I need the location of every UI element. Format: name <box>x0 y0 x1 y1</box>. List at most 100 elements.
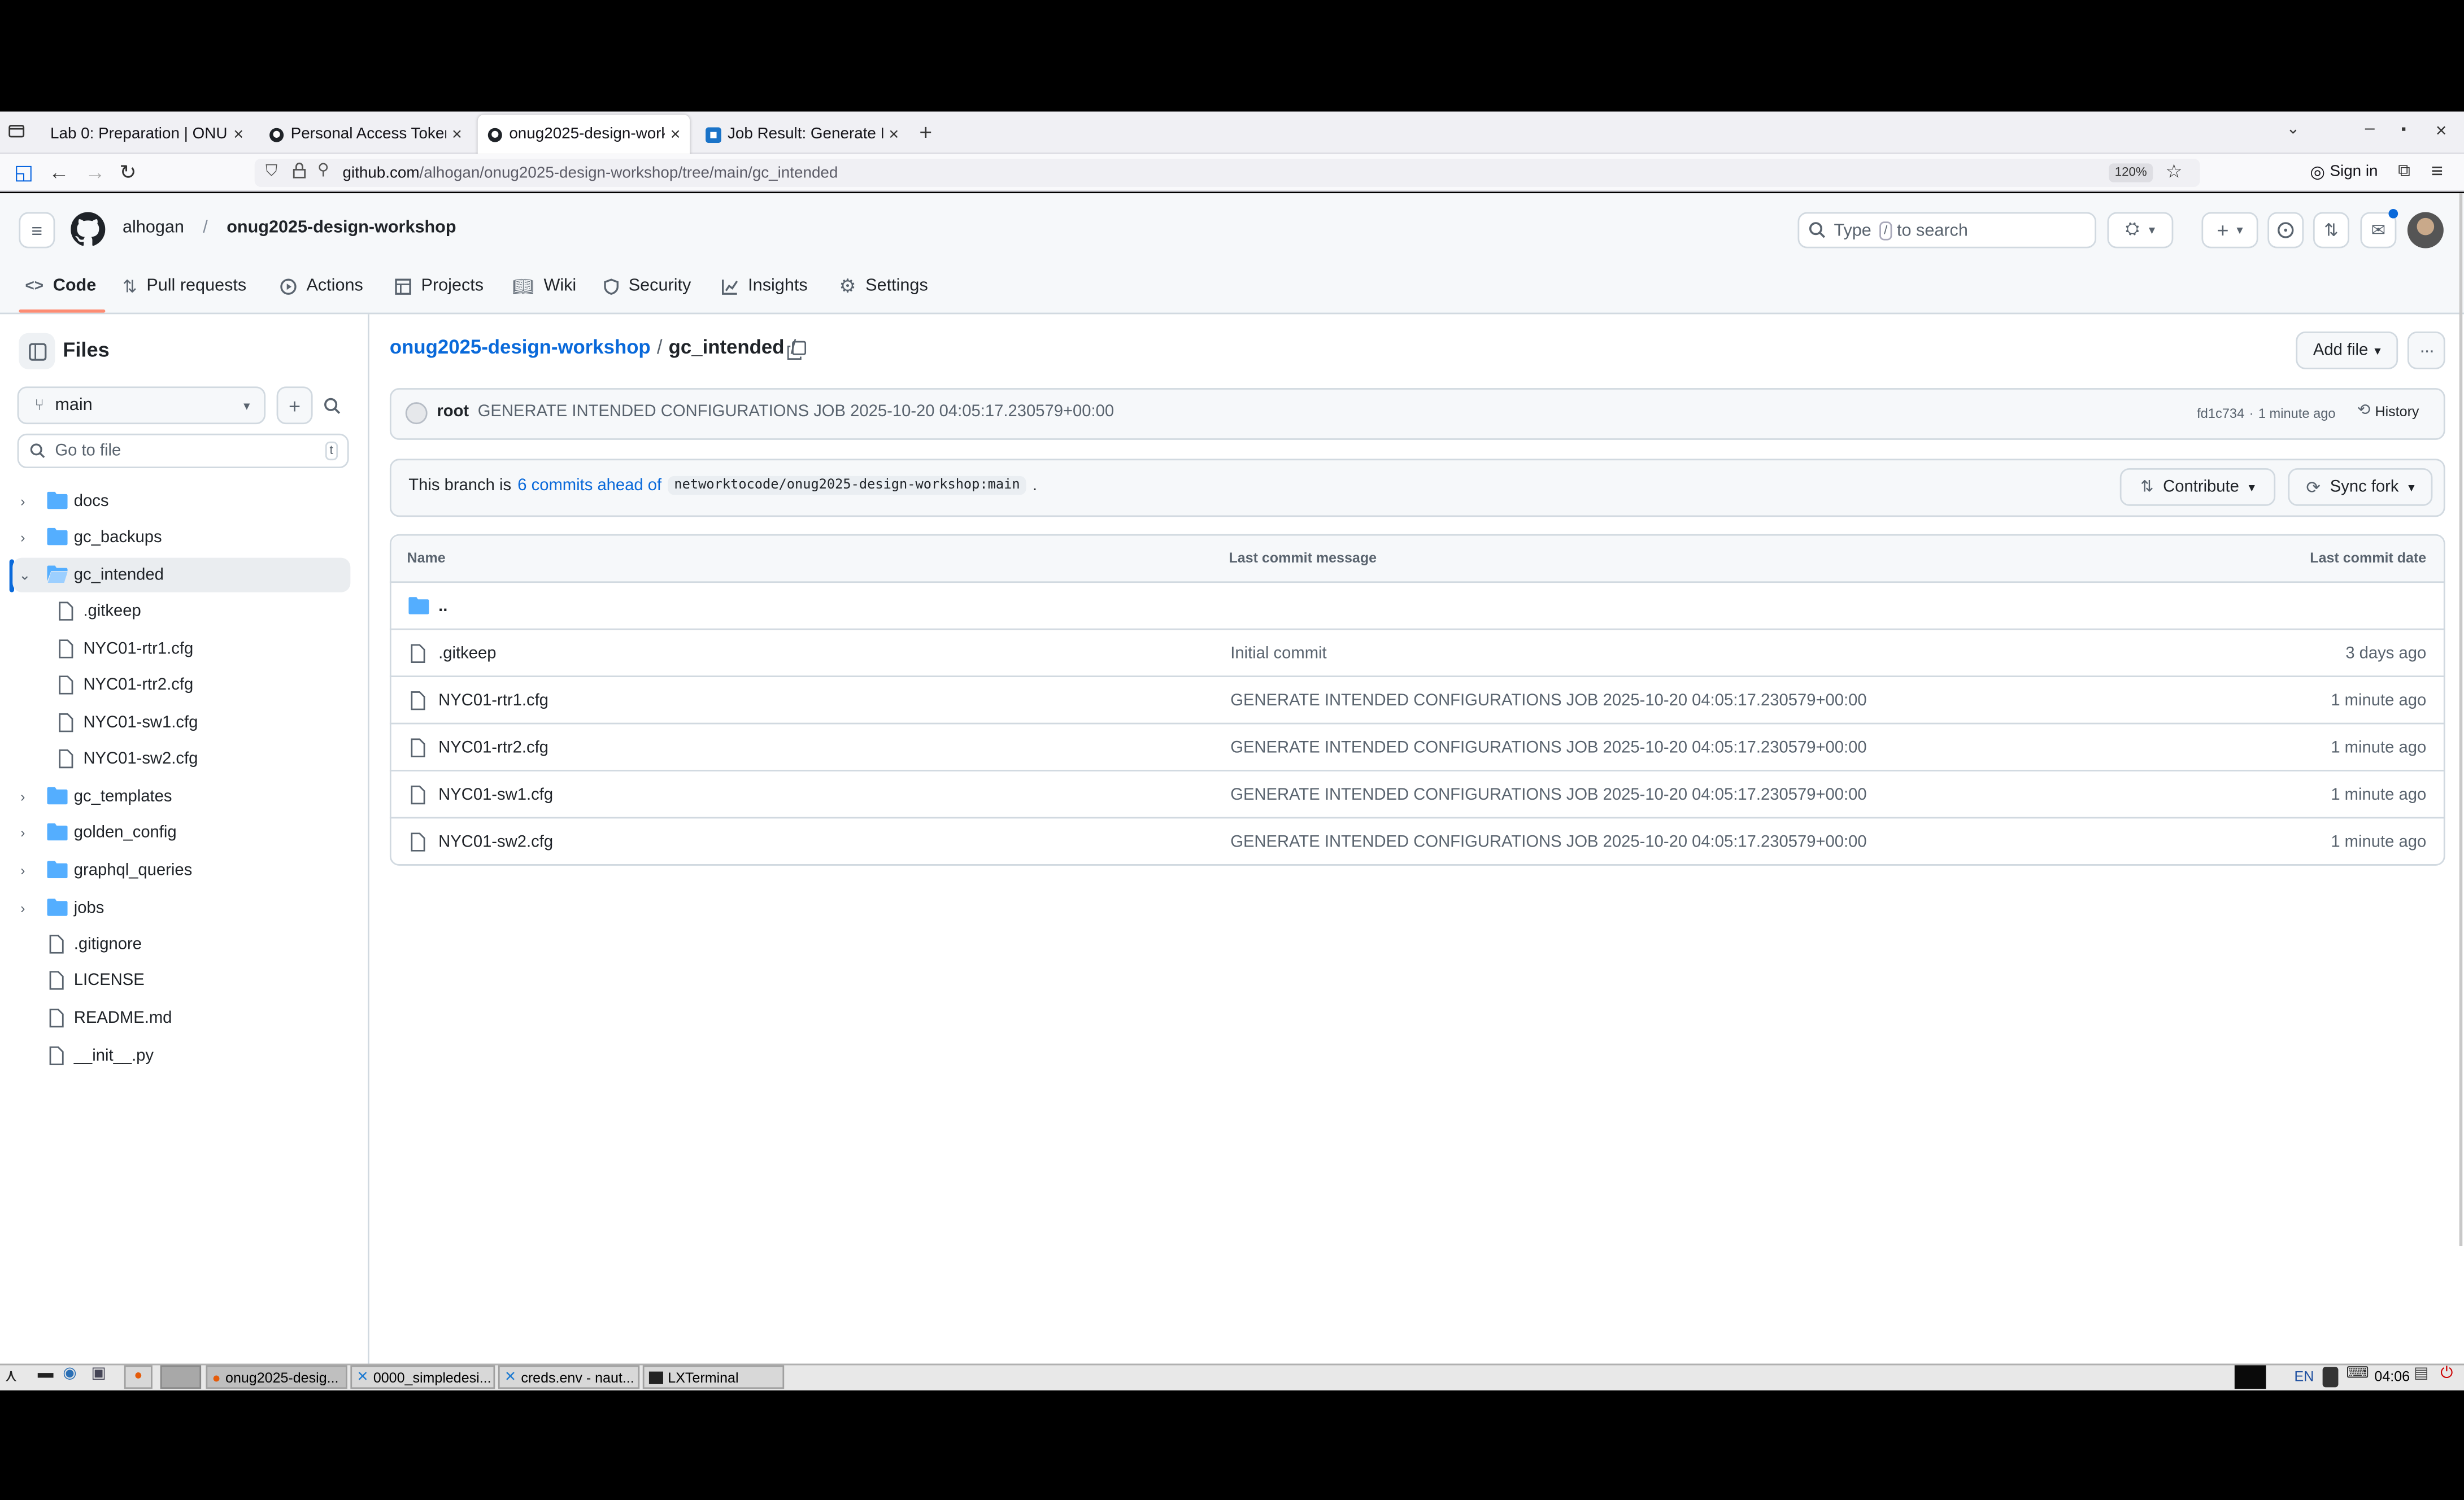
zoom-level-badge[interactable]: 120% <box>2109 163 2153 182</box>
close-icon[interactable]: × <box>889 125 899 143</box>
tree-item[interactable]: NYC01-sw2.cfg <box>12 742 350 776</box>
file-commit-message[interactable]: GENERATE INTENDED CONFIGURATIONS JOB 202… <box>1230 677 1866 724</box>
clock[interactable]: 04:06 <box>2374 1368 2410 1384</box>
url-bar[interactable]: github.com/alhogan/onug2025-design-works… <box>254 158 2200 188</box>
tree-item[interactable]: NYC01-sw1.cfg <box>12 705 350 740</box>
chevron-right-icon[interactable]: › <box>20 900 25 916</box>
tray-screen-icon[interactable]: ▤ <box>2414 1365 2428 1383</box>
search-files-button[interactable] <box>316 386 349 424</box>
file-commit-message[interactable]: GENERATE INTENDED CONFIGURATIONS JOB 202… <box>1230 818 1866 865</box>
tree-item[interactable]: .gitignore <box>12 927 350 961</box>
firefox-launcher-icon[interactable]: ● <box>124 1365 153 1389</box>
file-name-link[interactable]: NYC01-sw1.cfg <box>438 771 553 818</box>
file-name-link[interactable]: NYC01-rtr2.cfg <box>438 724 548 771</box>
commit-message[interactable]: GENERATE INTENDED CONFIGURATIONS JOB 202… <box>478 402 1114 421</box>
forward-icon[interactable]: → <box>85 160 105 184</box>
breadcrumb-repo-link[interactable]: onug2025-design-workshop <box>390 336 651 358</box>
power-icon[interactable]: ⏻ <box>2440 1365 2453 1383</box>
add-file-button[interactable]: Add file ▾ <box>2296 331 2398 369</box>
table-row[interactable]: NYC01-sw2.cfg GENERATE INTENDED CONFIGUR… <box>389 817 2445 865</box>
permissions-icon[interactable]: ⚲ <box>317 162 329 180</box>
copilot-button[interactable]: ⛭ ▾ <box>2107 212 2174 248</box>
extensions-icon[interactable]: ⧉ <box>2398 162 2410 182</box>
copy-path-icon[interactable] <box>787 341 807 360</box>
chevron-right-icon[interactable]: › <box>20 494 25 509</box>
avatar[interactable] <box>2407 212 2444 248</box>
tab-insights[interactable]: Insights <box>721 269 808 303</box>
taskbar-item-vscode-creds[interactable]: ✕ creds.env - naut... <box>498 1365 640 1389</box>
tab-actions[interactable]: Actions <box>280 269 363 303</box>
minimize-icon[interactable]: – <box>2365 119 2375 138</box>
tree-item[interactable]: › jobs <box>12 891 350 925</box>
desktop-icon[interactable]: ▣ <box>91 1365 106 1383</box>
taskbar-item-terminal[interactable]: LXTerminal <box>642 1365 785 1389</box>
collapse-sidebar-button[interactable] <box>19 333 55 369</box>
table-row[interactable]: .gitkeep Initial commit 3 days ago <box>389 628 2445 677</box>
owner-link[interactable]: alhogan <box>123 219 184 237</box>
tab-settings[interactable]: ⚙ Settings <box>839 269 928 303</box>
branch-selector[interactable]: ⑂ main ▾ <box>17 386 266 425</box>
tree-item[interactable]: ⌄ gc_intended <box>12 557 351 592</box>
file-commit-message[interactable]: GENERATE INTENDED CONFIGURATIONS JOB 202… <box>1230 771 1866 818</box>
create-new-button[interactable]: + ▾ <box>2201 212 2258 248</box>
tab-overview-icon[interactable] <box>8 123 25 140</box>
keyboard-layout[interactable]: EN <box>2295 1368 2314 1384</box>
github-logo-icon[interactable] <box>71 212 106 247</box>
chevron-down-icon[interactable]: ⌄ <box>19 566 31 584</box>
file-commit-message[interactable]: Initial commit <box>1230 630 1326 677</box>
commit-author[interactable]: root <box>437 402 469 421</box>
tab-wiki[interactable]: 📖︎ Wiki <box>512 269 576 303</box>
close-icon[interactable]: × <box>671 125 681 143</box>
browser-tab-job[interactable]: Job Result: Generate Inte × <box>696 115 908 154</box>
sidebar-toggle-icon[interactable]: ◱ <box>14 160 33 186</box>
go-to-file-input[interactable]: Go to file t <box>17 433 349 469</box>
issues-button[interactable] <box>2267 212 2304 248</box>
browser-tab-lab[interactable]: Lab 0: Preparation | ONUG 2 × <box>41 115 253 154</box>
parent-directory-row[interactable]: .. <box>389 581 2445 630</box>
chevron-right-icon[interactable]: › <box>20 789 25 805</box>
chevron-right-icon[interactable]: › <box>20 825 25 840</box>
file-manager-icon[interactable]: ◉ <box>63 1365 76 1383</box>
tray-app-icon[interactable] <box>2322 1367 2339 1388</box>
page-scrollbar[interactable] <box>2459 193 2463 1246</box>
tree-item[interactable]: NYC01-rtr1.cfg <box>12 631 350 666</box>
tree-item[interactable]: __init__.py <box>12 1039 350 1073</box>
tree-item[interactable]: › docs <box>12 484 350 518</box>
tab-projects[interactable]: Projects <box>394 269 484 303</box>
search-input[interactable]: Type / to search <box>1797 212 2097 248</box>
back-icon[interactable]: ← <box>49 160 69 184</box>
tree-item[interactable]: LICENSE <box>12 963 350 997</box>
file-name-link[interactable]: NYC01-rtr1.cfg <box>438 677 548 724</box>
bookmark-star-icon[interactable]: ☆ <box>2165 160 2182 182</box>
repo-link[interactable]: onug2025-design-workshop <box>227 219 456 237</box>
table-row[interactable]: NYC01-rtr2.cfg GENERATE INTENDED CONFIGU… <box>389 722 2445 771</box>
tree-item[interactable]: NYC01-rtr2.cfg <box>12 668 350 702</box>
list-tabs-icon[interactable]: ⌄ <box>2287 121 2300 138</box>
reload-icon[interactable]: ↻ <box>119 160 136 186</box>
chevron-right-icon[interactable]: › <box>20 862 25 878</box>
start-menu-icon[interactable]: ⋏ <box>5 1365 17 1385</box>
contribute-button[interactable]: ⇅ Contribute ▾ <box>2119 468 2276 506</box>
more-options-button[interactable]: ··· <box>2407 331 2445 369</box>
pull-requests-button[interactable]: ⇅ <box>2313 212 2349 248</box>
browser-tab-tokens[interactable]: Personal Access Tokens ( × <box>259 115 472 154</box>
tab-security[interactable]: Security <box>603 269 691 303</box>
tree-item[interactable]: › gc_backups <box>12 520 350 555</box>
close-icon[interactable]: × <box>452 125 462 143</box>
lock-icon[interactable] <box>292 162 306 180</box>
minimize-all-icon[interactable]: ▬ <box>38 1365 54 1383</box>
commits-ahead-link[interactable]: 6 commits ahead of <box>517 476 661 495</box>
tree-item[interactable]: › graphql_queries <box>12 853 350 888</box>
file-name-link[interactable]: .gitkeep <box>438 630 496 677</box>
global-menu-button[interactable]: ≡ <box>19 212 55 248</box>
sign-in-button[interactable]: ◎ Sign in <box>2310 162 2378 182</box>
shield-icon[interactable]: ⛉ <box>265 163 277 181</box>
tree-item[interactable]: README.md <box>12 1001 350 1035</box>
add-file-button-sidebar[interactable]: + <box>276 386 313 425</box>
sync-fork-button[interactable]: ⟳ Sync fork ▾ <box>2288 468 2433 506</box>
chevron-right-icon[interactable]: › <box>20 529 25 545</box>
tree-item[interactable]: › gc_templates <box>12 779 350 814</box>
commit-author-avatar[interactable] <box>405 402 428 425</box>
tab-code[interactable]: <> Code <box>25 269 97 303</box>
parent-directory-link[interactable]: .. <box>438 583 447 630</box>
